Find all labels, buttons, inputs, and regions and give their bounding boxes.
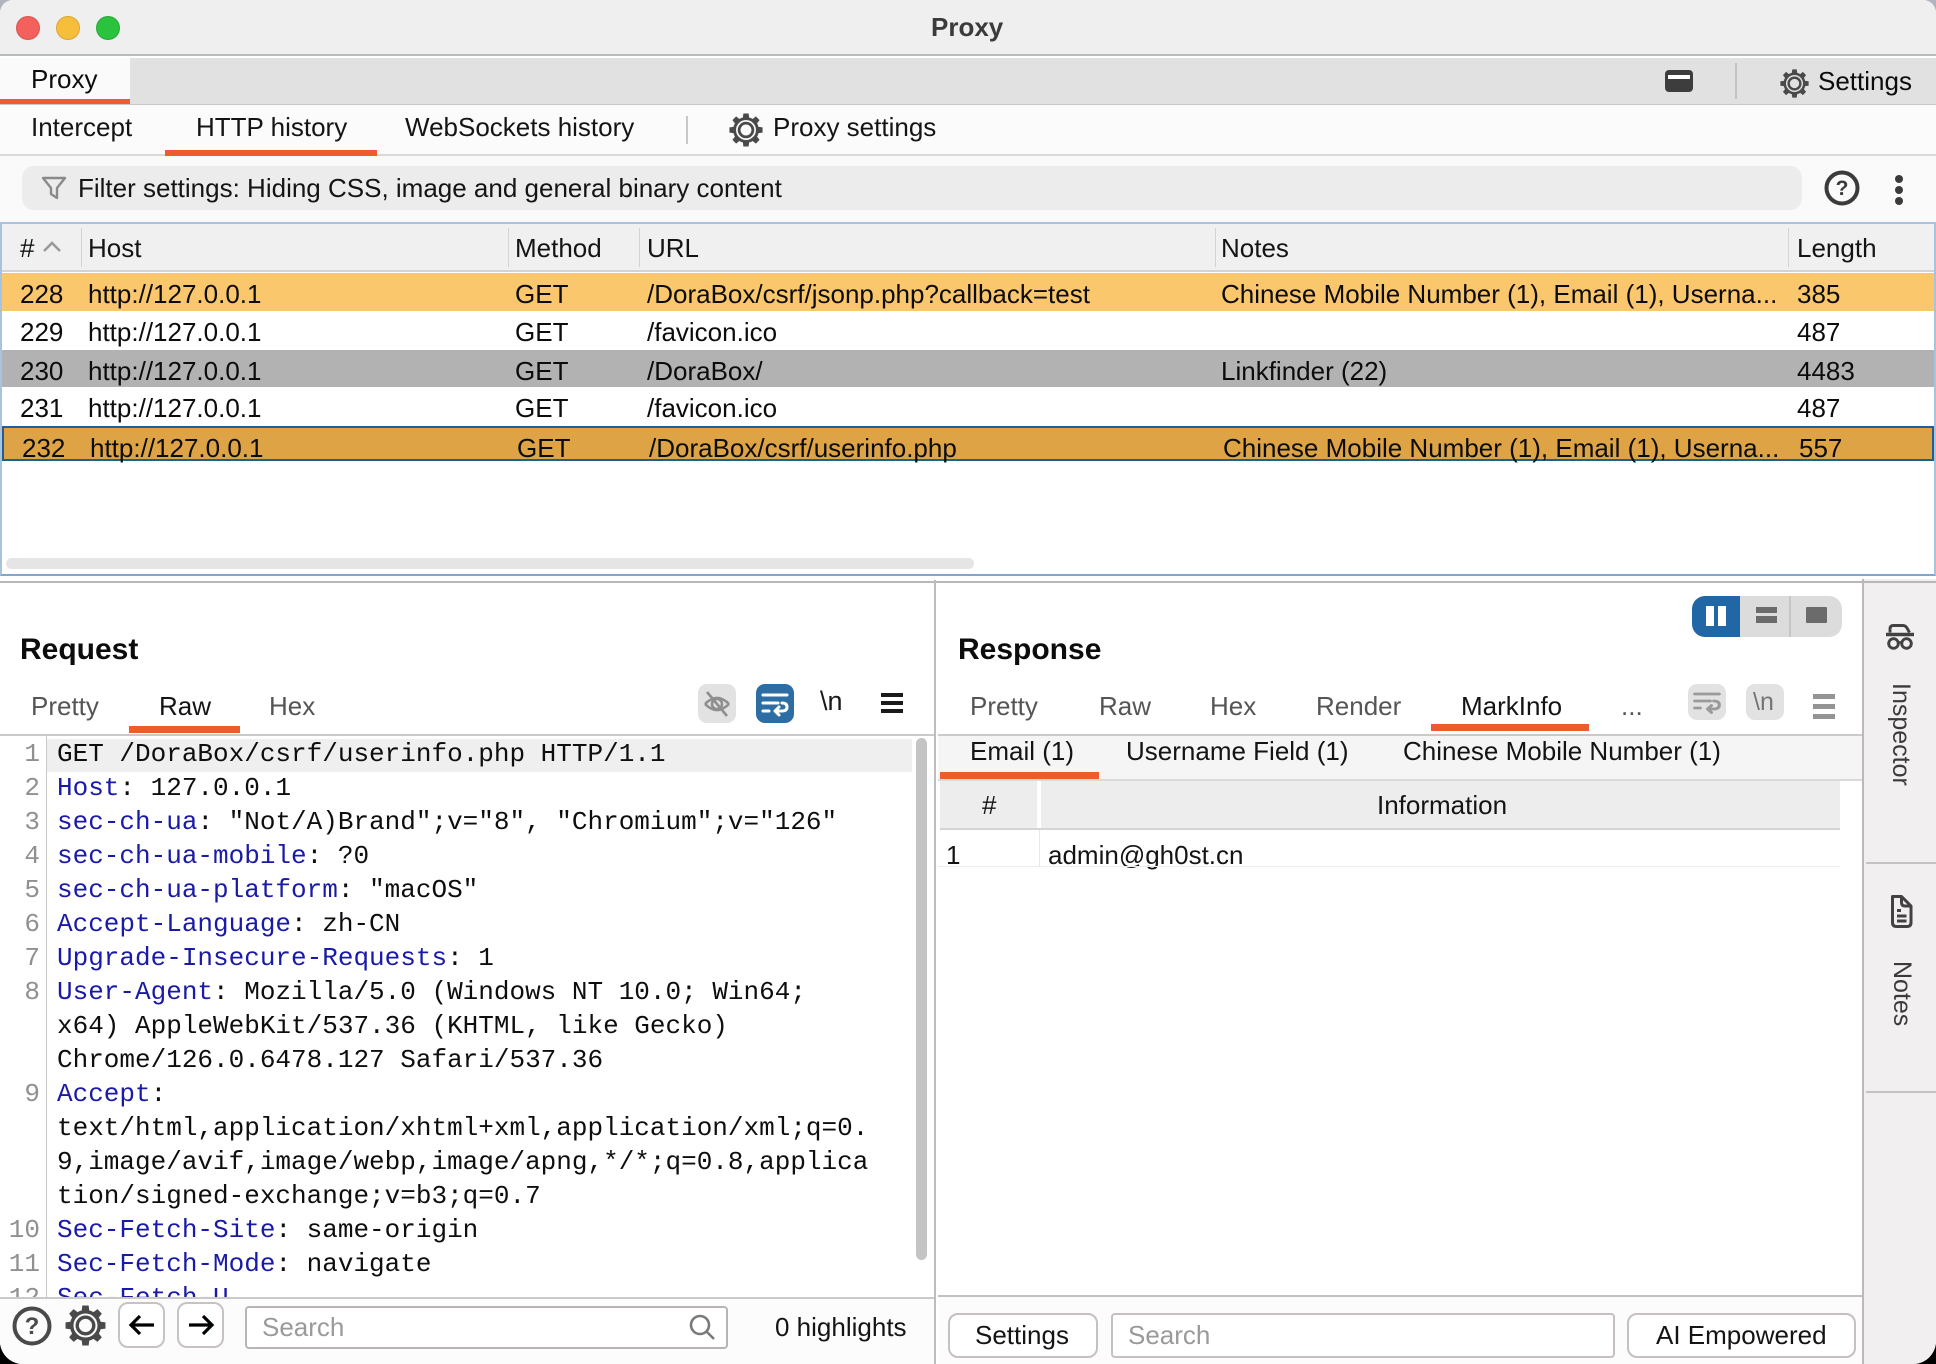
svg-text:?: ? [1836, 177, 1849, 200]
svg-text:?: ? [25, 1313, 40, 1340]
